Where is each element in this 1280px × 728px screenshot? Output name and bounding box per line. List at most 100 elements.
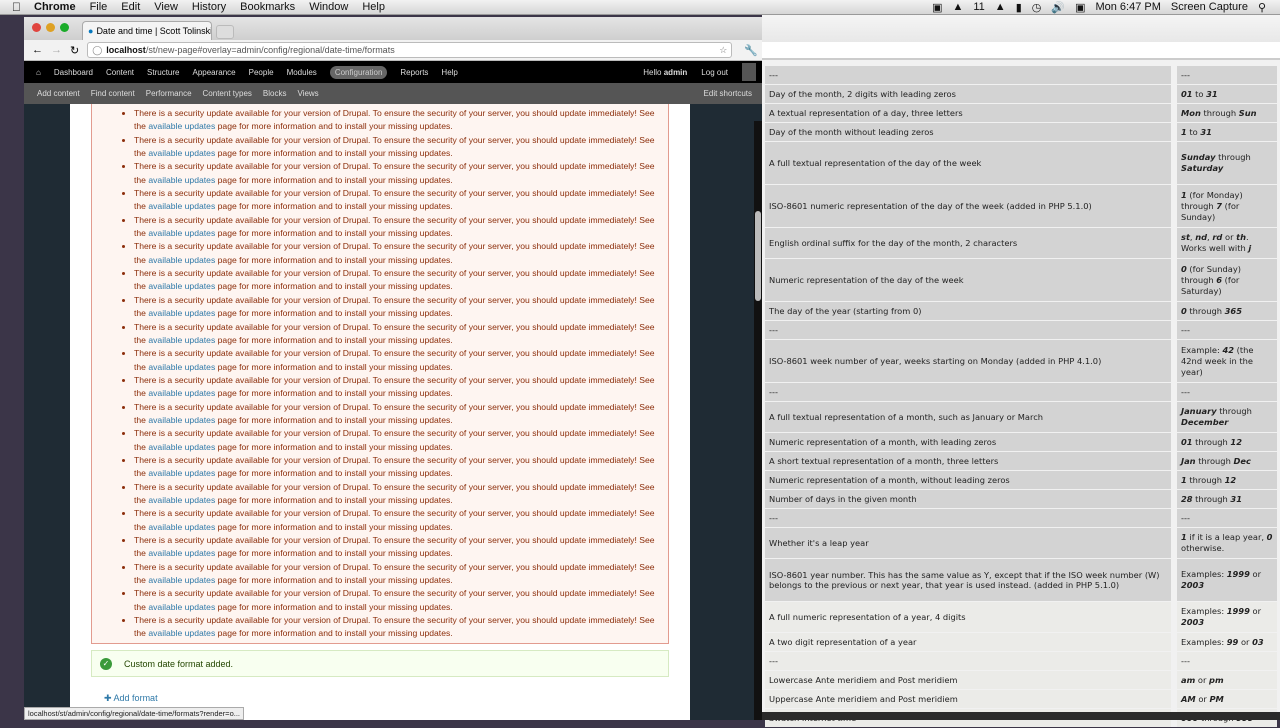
menu-app-name[interactable]: Chrome <box>27 1 83 13</box>
back-icon[interactable]: ← <box>32 44 43 56</box>
time-machine-icon[interactable]: ◷ <box>1032 1 1042 14</box>
wrench-icon[interactable]: 🔧 <box>744 44 762 57</box>
screen-capture-label[interactable]: Screen Capture <box>1171 1 1248 13</box>
url-input[interactable]: ◯ localhost/st/new-page#overlay=admin/co… <box>87 42 733 58</box>
logout-link[interactable]: Log out <box>701 68 728 77</box>
toolbar-structure[interactable]: Structure <box>147 68 179 77</box>
available-updates-link[interactable]: available updates <box>148 602 215 612</box>
error-text: page for more information and to install… <box>215 441 453 452</box>
volume-icon[interactable]: 🔊 <box>1051 1 1065 14</box>
error-text: page for more information and to install… <box>215 148 453 159</box>
toolbar-configuration[interactable]: Configuration <box>329 65 388 79</box>
toolbar-content[interactable]: Content <box>106 68 134 77</box>
menu-edit[interactable]: Edit <box>114 1 147 13</box>
example-segment: 42 <box>1222 344 1234 355</box>
shortcut-blocks[interactable]: Blocks <box>263 89 287 98</box>
available-updates-link[interactable]: available updates <box>148 548 215 558</box>
shortcut-add-content[interactable]: Add content <box>37 89 80 98</box>
camera-icon[interactable]: ▣ <box>932 1 942 14</box>
available-updates-link[interactable]: available updates <box>148 175 215 185</box>
security-update-error: There is a security update available for… <box>134 401 658 428</box>
shortcuts-toggle-button[interactable] <box>742 63 756 81</box>
menu-help[interactable]: Help <box>355 1 392 13</box>
reference-row: --- --- <box>765 321 1277 339</box>
available-updates-link[interactable]: available updates <box>148 228 215 238</box>
toolbar-people[interactable]: People <box>249 68 274 77</box>
available-updates-link[interactable]: available updates <box>148 522 215 532</box>
available-updates-link[interactable]: available updates <box>148 362 215 372</box>
example-segment: nd <box>1195 232 1208 242</box>
menu-file[interactable]: File <box>83 1 115 13</box>
page-icon: ◯ <box>92 44 103 55</box>
scrollbar-thumb[interactable] <box>755 211 761 301</box>
available-updates-link[interactable]: available updates <box>148 201 215 211</box>
available-updates-link[interactable]: available updates <box>148 308 215 318</box>
available-updates-link[interactable]: available updates <box>148 495 215 505</box>
bookmark-star-icon[interactable]: ☆ <box>719 45 731 56</box>
menu-bookmarks[interactable]: Bookmarks <box>233 1 302 13</box>
example-segment: 2003 <box>1181 580 1205 590</box>
available-updates-link[interactable]: available updates <box>148 255 215 265</box>
spotlight-search-icon[interactable]: ⚲ <box>1258 1 1266 14</box>
example-segment: or <box>1238 636 1253 647</box>
forward-icon[interactable]: → <box>51 44 62 56</box>
clipboard-icon[interactable]: ▮ <box>1016 1 1022 14</box>
edit-shortcuts-link[interactable]: Edit shortcuts <box>704 89 762 98</box>
adobe-icon[interactable]: ▲ <box>952 1 963 13</box>
add-format-link[interactable]: ✚ Add format <box>104 692 158 704</box>
format-description: --- <box>765 66 1171 84</box>
reload-icon[interactable]: ↻ <box>70 44 79 57</box>
available-updates-link[interactable]: available updates <box>148 148 215 158</box>
tab-date-and-time[interactable]: ● Date and time | Scott Tolinski × <box>82 21 212 40</box>
available-updates-link[interactable]: available updates <box>148 442 215 452</box>
menu-view[interactable]: View <box>147 1 185 13</box>
overlay-scrollbar[interactable] <box>754 121 762 720</box>
hello-user[interactable]: Hello admin <box>643 68 687 77</box>
input-icon[interactable]: ▣ <box>1075 1 1085 14</box>
shortcut-find-content[interactable]: Find content <box>91 89 135 98</box>
format-description: Numeric representation of a month, with … <box>765 433 1171 451</box>
format-example: Sunday through Saturday <box>1171 142 1277 184</box>
toolbar-reports[interactable]: Reports <box>400 68 428 77</box>
example-segment: January <box>1181 406 1217 416</box>
format-example: 0 (for Sunday) through 6 (for Saturday) <box>1171 259 1277 301</box>
zoom-window-button[interactable] <box>60 23 69 32</box>
available-updates-link[interactable]: available updates <box>148 468 215 478</box>
close-window-button[interactable] <box>32 23 41 32</box>
shortcut-content-types[interactable]: Content types <box>203 89 252 98</box>
available-updates-link[interactable]: available updates <box>148 415 215 425</box>
reference-row: --- --- <box>765 66 1277 84</box>
available-updates-link[interactable]: available updates <box>148 281 215 291</box>
toolbar-modules[interactable]: Modules <box>287 68 317 77</box>
shortcut-performance[interactable]: Performance <box>146 89 192 98</box>
minimize-window-button[interactable] <box>46 23 55 32</box>
clock[interactable]: Mon 6:47 PM <box>1095 1 1160 13</box>
example-segment: rd <box>1212 232 1223 242</box>
available-updates-link[interactable]: available updates <box>148 388 215 398</box>
example-segment: PM <box>1209 693 1224 704</box>
available-updates-link[interactable]: available updates <box>148 335 215 345</box>
available-updates-link[interactable]: available updates <box>148 575 215 585</box>
address-toolbar: ← → ↻ ◯ localhost/st/new-page#overlay=ad… <box>24 40 762 61</box>
security-update-error: There is a security update available for… <box>134 267 658 294</box>
error-text: page for more information and to install… <box>215 388 453 399</box>
toolbar-help[interactable]: Help <box>441 68 457 77</box>
apple-icon[interactable]:  <box>0 0 27 14</box>
available-updates-link[interactable]: available updates <box>148 628 215 638</box>
security-update-error: There is a security update available for… <box>134 160 658 187</box>
format-description: Day of the month, 2 digits with leading … <box>765 85 1171 103</box>
new-tab-button[interactable] <box>216 25 234 39</box>
home-icon[interactable]: ⌂ <box>36 68 41 77</box>
status-message: ✓ Custom date format added. <box>91 650 669 677</box>
toolbar-appearance[interactable]: Appearance <box>192 68 235 77</box>
reference-row: Numeric representation of a month, witho… <box>765 471 1277 489</box>
shortcut-views[interactable]: Views <box>297 89 318 98</box>
window-address-bar <box>762 42 1280 60</box>
hat-icon[interactable]: ▲ <box>995 1 1006 13</box>
menu-window[interactable]: Window <box>302 1 355 13</box>
toolbar-dashboard[interactable]: Dashboard <box>54 68 93 77</box>
menu-history[interactable]: History <box>185 1 233 13</box>
reference-row: Uppercase Ante meridiem and Post meridie… <box>765 690 1277 708</box>
available-updates-link[interactable]: available updates <box>148 121 215 131</box>
example-segment: 03 <box>1252 636 1264 647</box>
